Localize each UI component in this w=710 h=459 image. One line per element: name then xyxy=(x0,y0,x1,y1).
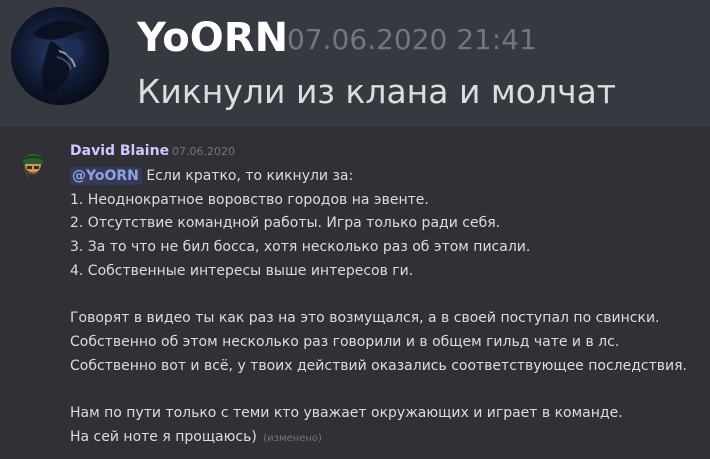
reply-line-3: 2. Отсутствие командной работы. Игра тол… xyxy=(70,215,501,232)
user-avatar[interactable] xyxy=(11,7,109,105)
reply-author[interactable]: David Blaine xyxy=(70,141,169,161)
reply-line-6: Говорят в видео ты как раз на это возмущ… xyxy=(70,310,660,327)
reply-blank-line xyxy=(70,378,710,402)
edited-indicator: (изменено) xyxy=(263,432,322,444)
message-author[interactable]: YoORN xyxy=(137,10,288,66)
reply-line-4: 3. За то что не бил босса, хотя нескольк… xyxy=(70,239,531,256)
reply-line-7: Собственно об этом несколько раз говорил… xyxy=(70,333,620,350)
reply-message: David Blaine 07.06.2020 @YoORN Если крат… xyxy=(0,127,710,459)
reply-line-2: 1. Неоднократное воровство городов на эв… xyxy=(70,191,429,208)
avatar-character-icon xyxy=(17,146,49,184)
reply-line-1: @YoORN Если кратко, то кикнули за: xyxy=(70,165,710,189)
message-timestamp: 07.06.2020 21:41 xyxy=(287,23,537,56)
reply-line-10-text: На сей ноте я прощаюсь) xyxy=(70,428,257,445)
reply-line-9: Нам по пути только с теми кто уважает ок… xyxy=(70,405,623,421)
original-message: YoORN 07.06.2020 21:41 Кикнули из клана … xyxy=(0,0,710,127)
avatar-art-icon xyxy=(11,7,109,105)
message-text: Кикнули из клана и молчат xyxy=(137,72,617,111)
user-mention[interactable]: @YoORN xyxy=(70,167,142,185)
reply-blank-line xyxy=(70,284,710,308)
reply-line-5: 4. Собственные интересы выше интересов г… xyxy=(70,262,414,279)
reply-line-10: На сей ноте я прощаюсь) (изменено) xyxy=(70,426,710,451)
reply-timestamp: 07.06.2020 xyxy=(172,145,235,158)
reply-content: @YoORN Если кратко, то кикнули за: 1. Не… xyxy=(70,165,710,450)
reply-avatar[interactable] xyxy=(17,146,49,184)
reply-line-1-text: Если кратко, то кикнули за: xyxy=(146,168,354,184)
reply-line-8: Собственно вот и всё, у твоих действий о… xyxy=(70,357,687,374)
